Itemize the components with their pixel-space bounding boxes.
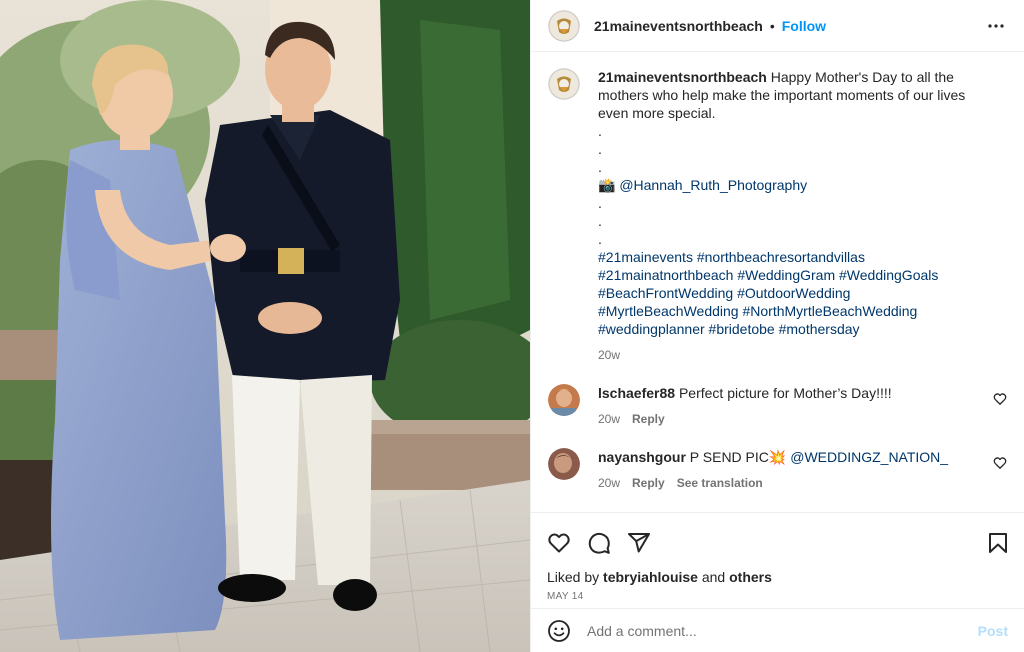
like-heart-icon[interactable]: [547, 531, 571, 555]
caption-avatar[interactable]: [548, 68, 580, 100]
comment-text: P SEND PIC: [689, 449, 769, 465]
post-side-panel: 21maineventsnorthbeach • Follow 21mainev…: [530, 0, 1024, 652]
comment-meta: 20w Reply: [598, 410, 978, 428]
comment-text: Perfect picture for Mother’s Day!!!!: [678, 385, 892, 401]
comment-item: lschaefer88 Perfect picture for Mother’s…: [548, 384, 1007, 428]
hashtag-line: #MyrtleBeachWedding #NorthMyrtleBeachWed…: [598, 302, 994, 320]
profile-avatar[interactable]: [548, 9, 580, 42]
comment-bubble-icon[interactable]: [587, 531, 611, 555]
comment-like-heart-icon[interactable]: [993, 392, 1007, 406]
camera-emoji: 📸: [598, 177, 616, 193]
commenter-avatar[interactable]: [548, 384, 580, 416]
add-comment-bar: Post: [531, 608, 1024, 652]
action-icons: [547, 523, 1010, 563]
comment-item: nayanshgour P SEND PIC💥 @WEDDINGZ_NATION…: [548, 448, 1007, 492]
liked-by-and: and: [701, 569, 726, 585]
hashtag[interactable]: #BeachFrontWedding: [598, 285, 733, 301]
hashtag-line: #21mainevents #northbeachresortandvillas: [598, 248, 994, 266]
caption-dot: .: [598, 141, 602, 157]
comment-meta: 20w Reply See translation: [598, 474, 978, 492]
reply-button[interactable]: Reply: [632, 410, 665, 428]
header-username[interactable]: 21maineventsnorthbeach: [594, 18, 763, 34]
comment-text-line: nayanshgour P SEND PIC💥 @WEDDINGZ_NATION…: [598, 448, 978, 466]
hashtag[interactable]: #MyrtleBeachWedding: [598, 303, 739, 319]
caption-dot: .: [598, 195, 602, 211]
caption: 21maineventsnorthbeach Happy Mother's Da…: [548, 68, 1007, 364]
hashtag[interactable]: #WeddingGoals: [839, 267, 938, 283]
caption-dot: .: [598, 159, 602, 175]
emoji-smiley-icon[interactable]: [547, 619, 571, 643]
caption-dot: .: [598, 231, 602, 247]
caption-dot: .: [598, 123, 602, 139]
post-image: [0, 0, 530, 652]
caption-text-block: 21maineventsnorthbeach Happy Mother's Da…: [598, 68, 994, 122]
caption-dot: .: [598, 213, 602, 229]
comment-body: lschaefer88 Perfect picture for Mother’s…: [598, 384, 978, 428]
collision-emoji: 💥: [768, 449, 787, 465]
hashtag-line: #BeachFrontWedding #OutdoorWedding: [598, 284, 994, 302]
hashtag[interactable]: #northbeachresortandvillas: [697, 249, 865, 265]
see-translation-button[interactable]: See translation: [677, 474, 763, 492]
hashtag[interactable]: #mothersday: [779, 321, 860, 337]
post-actions: Liked by tebryiahlouise and others MAY 1…: [531, 512, 1024, 652]
hashtag-line: #weddingplanner #bridetobe #mothersday: [598, 320, 994, 338]
liked-by-others[interactable]: others: [729, 569, 772, 585]
comment-mention[interactable]: @WEDDINGZ_NATION_: [790, 449, 948, 465]
comments-scroll-area[interactable]: 21maineventsnorthbeach Happy Mother's Da…: [531, 52, 1024, 512]
post-date[interactable]: MAY 14: [547, 591, 1010, 602]
comment-body: nayanshgour P SEND PIC💥 @WEDDINGZ_NATION…: [598, 448, 978, 492]
liked-by-line: Liked by tebryiahlouise and others: [547, 569, 1010, 585]
hashtag[interactable]: #WeddingGram: [737, 267, 835, 283]
hashtag[interactable]: #OutdoorWedding: [737, 285, 850, 301]
more-horizontal-icon[interactable]: [984, 14, 1008, 38]
share-paper-plane-icon[interactable]: [627, 531, 651, 555]
caption-body: 21maineventsnorthbeach Happy Mother's Da…: [598, 68, 994, 364]
comment-username[interactable]: lschaefer88: [598, 385, 675, 401]
comment-like-heart-icon[interactable]: [993, 456, 1007, 470]
post-header: 21maineventsnorthbeach • Follow: [531, 0, 1024, 52]
hashtag[interactable]: #bridetobe: [709, 321, 775, 337]
hashtag-line: #21mainatnorthbeach #WeddingGram #Weddin…: [598, 266, 994, 284]
add-comment-input[interactable]: [587, 622, 978, 639]
photo-credit-line: 📸 @Hannah_Ruth_Photography: [598, 176, 994, 194]
hashtag[interactable]: #weddingplanner: [598, 321, 705, 337]
liked-by-prefix: Liked by: [547, 569, 600, 585]
comment-time[interactable]: 20w: [598, 474, 620, 492]
caption-username[interactable]: 21maineventsnorthbeach: [598, 69, 767, 85]
comment-text-line: lschaefer88 Perfect picture for Mother’s…: [598, 384, 978, 402]
post-photo[interactable]: [0, 0, 530, 652]
commenter-avatar[interactable]: [548, 448, 580, 480]
hashtag[interactable]: #21mainatnorthbeach: [598, 267, 733, 283]
post-comment-button[interactable]: Post: [978, 623, 1008, 639]
comment-username[interactable]: nayanshgour: [598, 449, 686, 465]
hashtag[interactable]: #NorthMyrtleBeachWedding: [743, 303, 918, 319]
photo-credit-mention[interactable]: @Hannah_Ruth_Photography: [619, 177, 807, 193]
caption-time[interactable]: 20w: [598, 346, 994, 364]
follow-button[interactable]: Follow: [782, 18, 826, 34]
hashtag[interactable]: #21mainevents: [598, 249, 693, 265]
reply-button[interactable]: Reply: [632, 474, 665, 492]
header-separator: •: [769, 17, 775, 34]
comment-time[interactable]: 20w: [598, 410, 620, 428]
save-bookmark-icon[interactable]: [986, 531, 1010, 555]
post-dialog: 21maineventsnorthbeach • Follow 21mainev…: [0, 0, 1024, 652]
liked-by-username[interactable]: tebryiahlouise: [603, 569, 698, 585]
